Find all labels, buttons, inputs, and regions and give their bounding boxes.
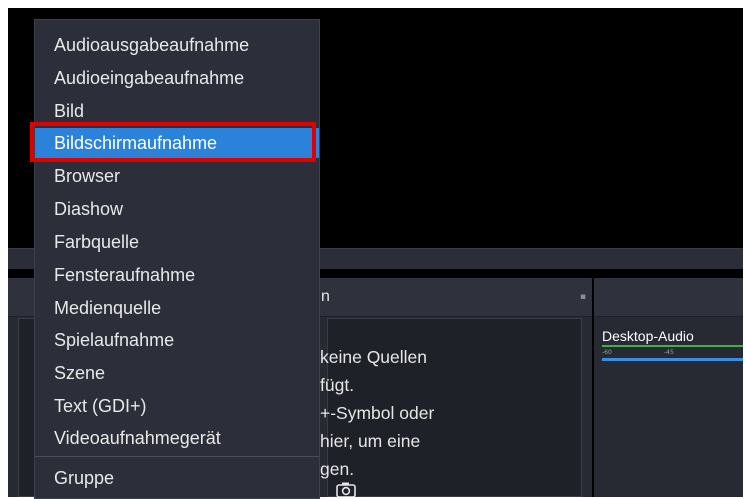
menu-item-label: Bildschirmaufnahme xyxy=(54,133,218,153)
menu-item-media-source[interactable]: Medienquelle xyxy=(35,293,319,323)
sources-empty-hint: keine Quellen fügt. +-Symbol oder hier, … xyxy=(320,347,435,479)
menu-item-slideshow[interactable]: Diashow xyxy=(35,194,319,224)
menu-item-audio-input-capture[interactable]: Audioeingabeaufnahme xyxy=(35,63,319,93)
mixer-dock-header xyxy=(594,278,743,317)
menu-item-display-capture[interactable]: Bildschirmaufnahme xyxy=(30,122,319,162)
audio-mixer-dock: Desktop-Audio -60 -45 xyxy=(594,278,743,497)
dock-float-icon[interactable]: ▪ xyxy=(580,292,586,302)
menu-item-video-capture-device[interactable]: Videoaufnahmegerät xyxy=(35,423,319,453)
menu-item-text-gdi[interactable]: Text (GDI+) xyxy=(35,391,319,421)
add-source-context-menu: Audioausgabeaufnahme Audioeingabeaufnahm… xyxy=(30,19,320,499)
sources-dock-header: n ▪ xyxy=(317,278,592,317)
menu-item-audio-output-capture[interactable]: Audioausgabeaufnahme xyxy=(35,30,319,60)
menu-item-scene[interactable]: Szene xyxy=(35,358,319,388)
menu-item-group[interactable]: Gruppe xyxy=(35,463,319,493)
camera-icon xyxy=(336,482,356,497)
menu-item-window-capture[interactable]: Fensteraufnahme xyxy=(35,260,319,290)
meter-tick-label: -45 xyxy=(664,349,674,356)
menu-item-browser[interactable]: Browser xyxy=(35,161,319,191)
menu-item-game-capture[interactable]: Spielaufnahme xyxy=(35,325,319,355)
menu-item-image[interactable]: Bild xyxy=(35,96,319,126)
sources-dock-title: n xyxy=(321,288,330,305)
menu-item-color-source[interactable]: Farbquelle xyxy=(35,227,319,257)
volume-slider[interactable] xyxy=(602,358,743,361)
audio-level-meter xyxy=(602,345,743,347)
meter-tick-label: -60 xyxy=(602,349,612,356)
sources-list[interactable]: keine Quellen fügt. +-Symbol oder hier, … xyxy=(320,318,582,497)
mixer-track-name: Desktop-Audio xyxy=(602,328,694,344)
sources-dock: n ▪ keine Quellen fügt. +-Symbol oder hi… xyxy=(317,278,592,497)
menu-separator xyxy=(35,456,319,457)
